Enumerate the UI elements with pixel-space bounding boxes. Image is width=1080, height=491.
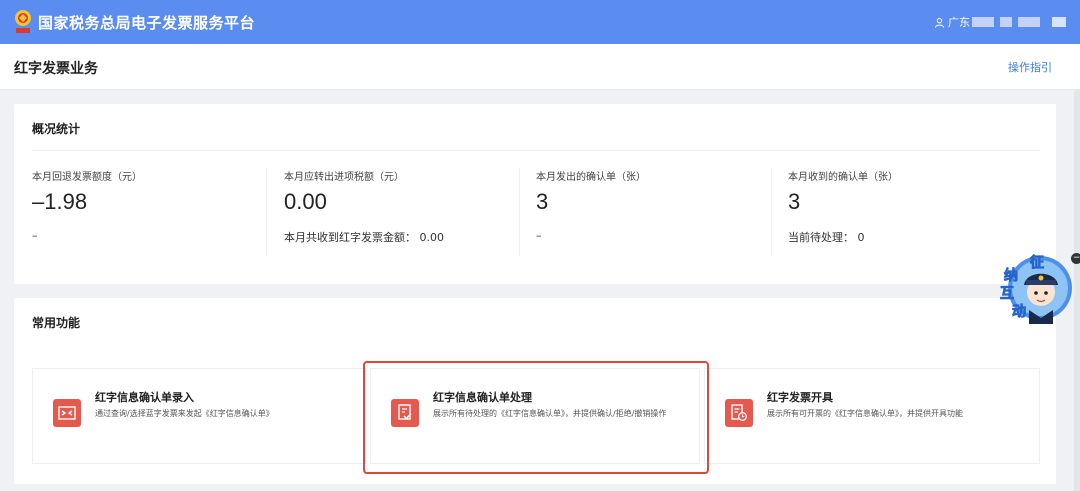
stat-label: 本月回退发票额度（元） [32, 172, 142, 183]
assistant-char: 互 [1000, 286, 1014, 302]
divider [266, 168, 267, 256]
assistant-char: 征 [1030, 254, 1044, 271]
stat-sub: 本月共收到红字发票金额： 0.00 [284, 231, 444, 244]
redacted-text [1052, 17, 1066, 27]
operation-guide-link[interactable]: 操作指引 [1008, 59, 1052, 75]
stat-label: 本月收到的确认单（张） [788, 172, 898, 183]
stat-value: 3 [788, 189, 801, 214]
function-confirmation-entry[interactable]: 红字信息确认单录入 通过查询/选择蓝字发票来发起《红字信息确认单》 [32, 368, 366, 464]
user-icon [934, 17, 945, 28]
assistant-char: 纳 [1004, 267, 1018, 284]
stat-value: 3 [536, 189, 549, 214]
stat-received-confirmations: 本月收到的确认单（张） 3 当前待处理： 0 [788, 168, 1038, 258]
divider [771, 168, 772, 256]
function-red-invoice-issue[interactable]: 红字发票开具 展示所有可开票的《红字信息确认单》，并提供开具功能 [704, 368, 1040, 464]
overview-title: 概况统计 [32, 122, 81, 136]
assistant-avatar-icon: 征 纳 互 动 [1000, 254, 1072, 324]
top-navigation-bar: 国家税务总局电子发票服务平台 广东 [0, 0, 1080, 44]
exchange-icon [53, 399, 81, 427]
document-check-icon [391, 399, 419, 427]
invoice-clock-icon [725, 399, 753, 427]
stat-sent-confirmations: 本月发出的确认单（张） 3 – [536, 168, 786, 258]
page-title: 红字发票业务 [14, 61, 98, 77]
stat-label: 本月应转出进项税额（元） [284, 172, 404, 183]
redacted-text [1018, 17, 1040, 27]
stat-label: 本月发出的确认单（张） [536, 172, 646, 183]
stat-sub: – [32, 229, 38, 242]
stat-input-tax-transfer: 本月应转出进项税额（元） 0.00 本月共收到红字发票金额： 0.00 [284, 168, 534, 258]
functions-title: 常用功能 [32, 316, 81, 330]
assistant-close-icon[interactable]: − [1071, 253, 1080, 264]
user-name: 广东 [948, 16, 970, 29]
divider [32, 150, 1040, 151]
common-functions-card: 常用功能 红字信息确认单录入 通过查询/选择蓝字发票来发起《红字信息确认单》 红… [14, 298, 1056, 484]
stat-value: 0.00 [284, 189, 327, 214]
assistant-widget[interactable]: 征 纳 互 动 [996, 248, 1074, 324]
tax-emblem-icon [12, 8, 34, 36]
function-name: 红字信息确认单录入 [95, 391, 194, 404]
function-name: 红字信息确认单处理 [433, 391, 532, 404]
divider [519, 168, 520, 256]
assistant-char: 动 [1012, 303, 1026, 320]
user-account[interactable]: 广东 [934, 14, 1066, 30]
redacted-text [1000, 17, 1012, 27]
page-header: 红字发票业务 操作指引 [0, 44, 1080, 90]
stat-value: –1.98 [32, 189, 88, 214]
stat-returned-quota: 本月回退发票额度（元） –1.98 – [32, 168, 282, 258]
function-description: 展示所有可开票的《红字信息确认单》，并提供开具功能 [767, 409, 963, 418]
stat-sub: – [536, 229, 542, 242]
stat-sub: 当前待处理： 0 [788, 231, 865, 244]
function-confirmation-processing[interactable]: 红字信息确认单处理 展示所有待处理的《红字信息确认单》，并提供确认/拒绝/撤销操… [370, 368, 700, 464]
function-description: 通过查询/选择蓝字发票来发起《红字信息确认单》 [95, 409, 274, 418]
overview-card: 概况统计 本月回退发票额度（元） –1.98 – 本月应转出进项税额（元） 0.… [14, 104, 1056, 284]
redacted-text [972, 17, 994, 27]
page-scrollbar[interactable] [1074, 90, 1080, 491]
app-title: 国家税务总局电子发票服务平台 [38, 14, 256, 32]
function-description: 展示所有待处理的《红字信息确认单》，并提供确认/拒绝/撤销操作 [433, 409, 667, 418]
function-name: 红字发票开具 [767, 391, 833, 404]
